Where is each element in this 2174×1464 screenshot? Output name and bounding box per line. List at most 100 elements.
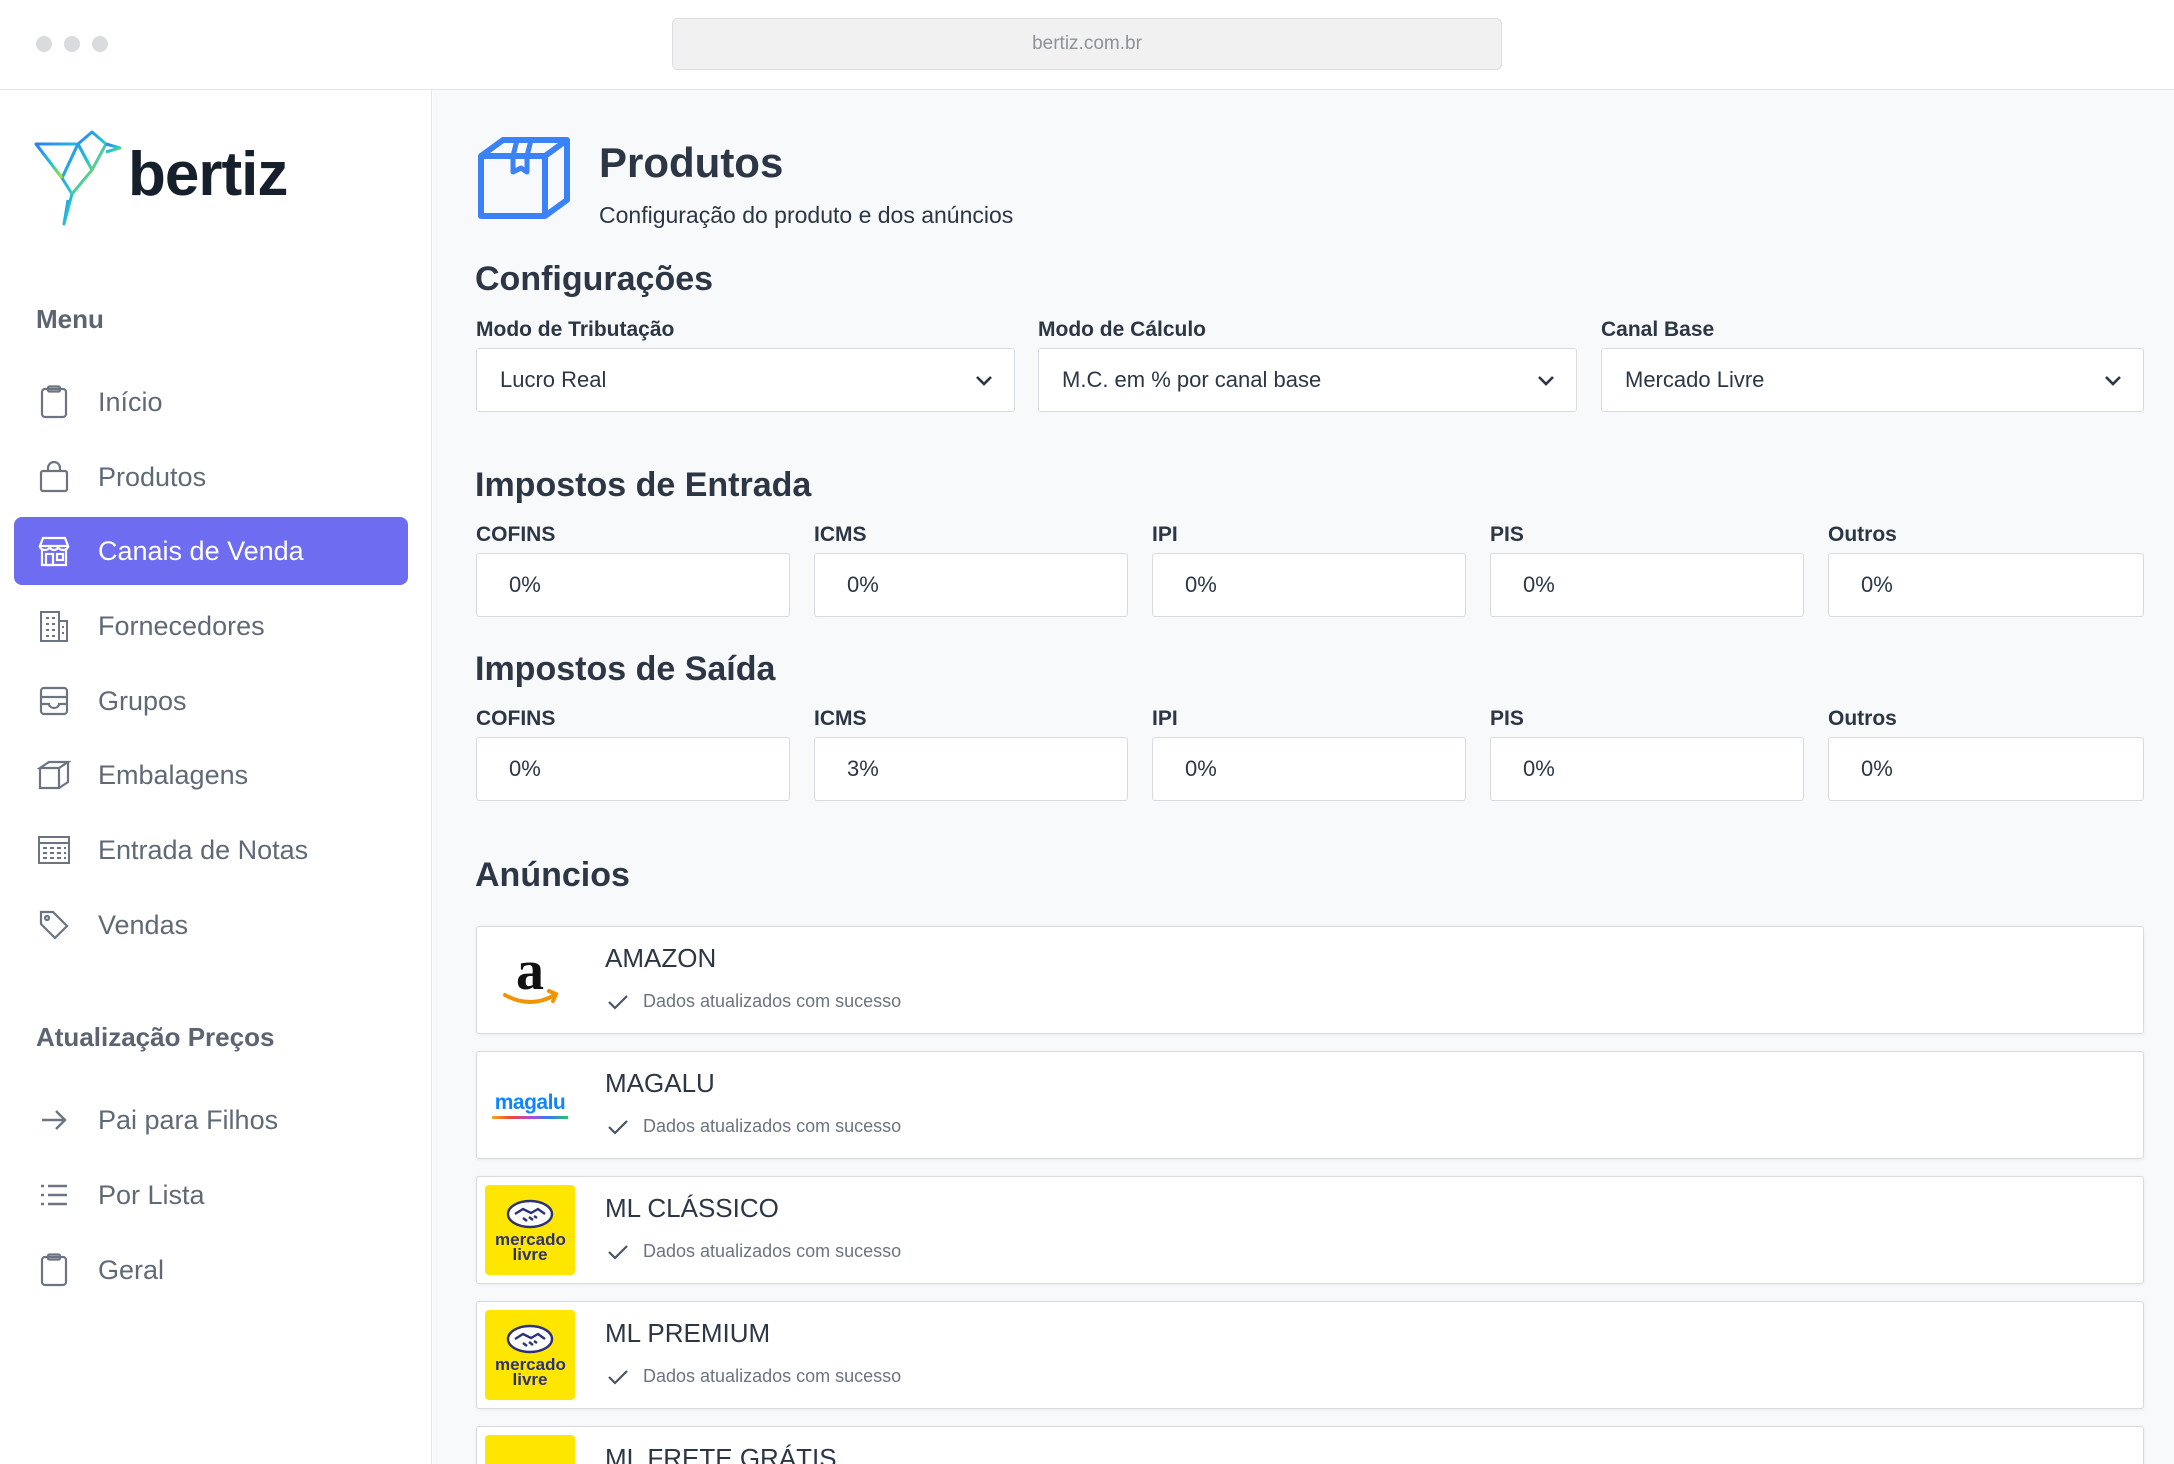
maximize-window-dot[interactable]	[92, 36, 108, 52]
sidebar-item-label: Pai para Filhos	[98, 1104, 279, 1135]
sidebar-item-label: Vendas	[98, 909, 189, 940]
channel-card-magalu[interactable]: magalu MAGALU Dados atualizados com suce…	[476, 1051, 2144, 1159]
input-taxes-title: Impostos de Entrada	[475, 466, 812, 504]
page-title: Produtos	[599, 139, 784, 186]
check-icon	[608, 1244, 628, 1260]
close-window-dot[interactable]	[36, 36, 52, 52]
chevron-down-icon	[1538, 376, 1554, 386]
storefront-icon	[36, 533, 72, 569]
out-icms-input[interactable]: 3%	[814, 737, 1128, 801]
brand-logo[interactable]: bertiz	[34, 130, 288, 226]
building-icon	[36, 608, 72, 644]
invoice-grid-icon	[36, 832, 72, 868]
window-controls	[36, 36, 108, 52]
browser-titlebar: bertiz.com.br	[0, 0, 2174, 90]
menu-title: Menu	[36, 304, 104, 334]
shopping-bag-icon	[36, 459, 72, 495]
check-icon	[608, 1369, 628, 1385]
sidebar-item-label: Por Lista	[98, 1179, 205, 1210]
page-subtitle: Configuração do produto e dos anúncios	[599, 202, 1014, 228]
sidebar-item-label: Grupos	[98, 685, 187, 716]
sidebar-item-label: Geral	[98, 1254, 165, 1285]
out-ipi-label: IPI	[1152, 707, 1178, 730]
out-cofins-label: COFINS	[476, 707, 556, 730]
in-icms-input[interactable]: 0%	[814, 553, 1128, 617]
in-pis-input[interactable]: 0%	[1490, 553, 1804, 617]
in-outros-label: Outros	[1828, 523, 1897, 546]
minimize-window-dot[interactable]	[64, 36, 80, 52]
list-icon	[36, 1177, 72, 1213]
sidebar-item-entrada-de-notas[interactable]: Entrada de Notas	[14, 816, 408, 884]
sidebar-item-label: Fornecedores	[98, 610, 265, 641]
out-pis-input[interactable]: 0%	[1490, 737, 1804, 801]
out-outros-input[interactable]: 0%	[1828, 737, 2144, 801]
arrow-right-icon	[36, 1102, 72, 1138]
in-cofins-label: COFINS	[476, 523, 556, 546]
sidebar-item-por-lista[interactable]: Por Lista	[14, 1161, 408, 1229]
channel-name: MAGALU	[605, 1068, 715, 1098]
channel-name: ML FRETE GRÁTIS	[605, 1443, 837, 1464]
in-outros-input[interactable]: 0%	[1828, 553, 2144, 617]
mercado-livre-logo-text: mercado livre	[495, 1354, 566, 1389]
chevron-down-icon	[976, 376, 992, 386]
sidebar-item-label: Início	[98, 386, 163, 417]
channel-status: Dados atualizados com sucesso	[607, 1116, 901, 1137]
calc-mode-label: Modo de Cálculo	[1038, 318, 1206, 341]
ads-section-title: Anúncios	[475, 856, 630, 894]
sidebar-item-label: Embalagens	[98, 759, 249, 790]
channel-name: AMAZON	[605, 943, 717, 973]
base-channel-value: Mercado Livre	[1625, 367, 1765, 392]
config-section-title: Configurações	[475, 260, 714, 298]
package-icon	[36, 757, 72, 793]
out-cofins-input[interactable]: 0%	[476, 737, 790, 801]
channel-card-ml-premium[interactable]: mercado livre ML PREMIUM Dados atualizad…	[476, 1301, 2144, 1409]
url-bar[interactable]: bertiz.com.br	[672, 18, 1502, 70]
main-content: Produtos Configuração do produto e dos a…	[433, 90, 2174, 1464]
mercado-livre-logo: mercado livre	[485, 1310, 575, 1400]
channel-name: ML CLÁSSICO	[605, 1193, 779, 1223]
channel-status: Dados atualizados com sucesso	[607, 991, 901, 1012]
channel-card-amazon[interactable]: a AMAZON Dados atualizados com sucesso	[476, 926, 2144, 1034]
sidebar-item-geral[interactable]: Geral	[14, 1236, 408, 1304]
channel-card-ml-classico[interactable]: mercado livre ML CLÁSSICO Dados atualiza…	[476, 1176, 2144, 1284]
mercado-livre-logo	[485, 1435, 575, 1464]
inbox-icon	[36, 683, 72, 719]
sidebar-item-canais-de-venda[interactable]: Canais de Venda	[14, 517, 408, 585]
in-pis-label: PIS	[1490, 523, 1524, 546]
out-pis-label: PIS	[1490, 707, 1524, 730]
price-update-title: Atualização Preços	[36, 1022, 275, 1052]
clipboard-icon	[36, 384, 72, 420]
sidebar-item-embalagens[interactable]: Embalagens	[14, 741, 408, 809]
mercado-livre-logo-text: mercado livre	[495, 1229, 566, 1264]
channel-card-ml-frete-gratis[interactable]: ML FRETE GRÁTIS	[476, 1426, 2144, 1464]
out-outros-label: Outros	[1828, 707, 1897, 730]
sidebar-item-fornecedores[interactable]: Fornecedores	[14, 592, 408, 660]
amazon-logo: a	[485, 935, 575, 1025]
sidebar-item-inicio[interactable]: Início	[14, 368, 408, 436]
status-text: Dados atualizados com sucesso	[643, 991, 902, 1011]
channel-status: Dados atualizados com sucesso	[607, 1241, 901, 1262]
status-text: Dados atualizados com sucesso	[643, 1241, 902, 1261]
tax-mode-select[interactable]: Lucro Real	[476, 348, 1015, 412]
sidebar-item-pai-para-filhos[interactable]: Pai para Filhos	[14, 1086, 408, 1154]
clipboard-icon	[36, 1252, 72, 1288]
sidebar-item-vendas[interactable]: Vendas	[14, 891, 408, 959]
out-ipi-input[interactable]: 0%	[1152, 737, 1466, 801]
out-icms-label: ICMS	[814, 707, 867, 730]
channel-status: Dados atualizados com sucesso	[607, 1366, 901, 1387]
tax-mode-label: Modo de Tributação	[476, 318, 675, 341]
sidebar-item-grupos[interactable]: Grupos	[14, 667, 408, 735]
base-channel-label: Canal Base	[1601, 318, 1715, 341]
in-ipi-input[interactable]: 0%	[1152, 553, 1466, 617]
base-channel-select[interactable]: Mercado Livre	[1601, 348, 2144, 412]
sidebar: bertiz Menu Início Produtos Canais de Ve…	[0, 90, 432, 1464]
handshake-icon	[506, 1324, 554, 1353]
brand-name: bertiz	[128, 139, 288, 209]
status-text: Dados atualizados com sucesso	[643, 1366, 902, 1386]
check-icon	[608, 1119, 628, 1135]
in-cofins-input[interactable]: 0%	[476, 553, 790, 617]
svg-text:a: a	[516, 945, 544, 1002]
magalu-logo: magalu	[485, 1060, 575, 1150]
calc-mode-select[interactable]: M.C. em % por canal base	[1038, 348, 1577, 412]
sidebar-item-produtos[interactable]: Produtos	[14, 443, 408, 511]
